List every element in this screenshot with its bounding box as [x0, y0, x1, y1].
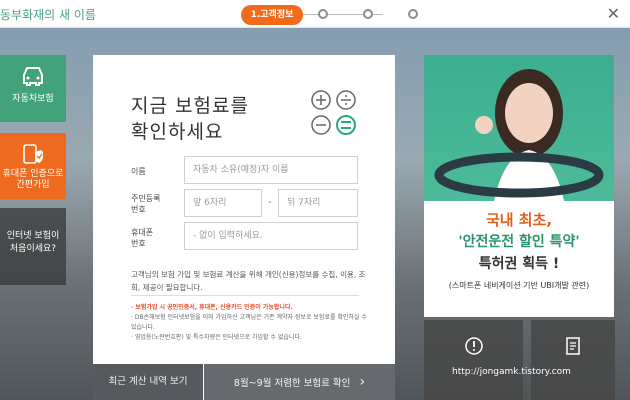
page-title: 지금 보험료를 확인하세요	[131, 95, 249, 143]
brand-text: 동부화재의 새 이름	[0, 8, 96, 22]
promo-line-2: '안전운전 할인 특약'	[458, 234, 580, 250]
name-input[interactable]: 자동차 소유(예정)자 이름	[184, 156, 358, 184]
divider	[131, 295, 359, 296]
promo-photo	[424, 55, 614, 201]
recent-calculation-button[interactable]: 최근 계산 내역 보기	[93, 364, 203, 400]
phone-input[interactable]: - 없이 입력하세요.	[184, 222, 358, 250]
privacy-notice: 고객님의 보험 가입 및 보험료 계산을 위해 개인(신용)정보를 수집, 이용…	[131, 270, 366, 292]
car-icon	[23, 67, 43, 86]
sidebar-item-car-insurance[interactable]: 자동차보험	[0, 55, 66, 122]
top-bar: 동부화재의 새 이름 1.고객정보 ✕	[0, 0, 630, 28]
phone-label: 휴대폰 번호	[131, 228, 154, 248]
close-icon[interactable]: ✕	[607, 4, 620, 23]
rrn-front-input[interactable]: 앞 6자리	[184, 189, 262, 217]
shield-check-icon	[23, 144, 43, 164]
bullet-item: · DB손해보험 인터넷보험을 이미 가입하신 고객님은 기존 계약자 정보로 …	[131, 314, 367, 331]
sidebar-item-label: 자동차보험	[12, 94, 54, 104]
rrn-back-input[interactable]: 뒤 7자리	[278, 189, 358, 217]
name-label: 이름	[131, 167, 146, 176]
alert-icon	[464, 337, 483, 355]
quote-form-card: 지금 보험료를 확인하세요 이름 자동차 소유(예정)자 이름 주민등록 번호 …	[93, 55, 395, 400]
rrn-dash: -	[268, 197, 272, 208]
calculator-icon	[311, 90, 356, 135]
watermark-text: http://jongamk.tistory.com	[452, 367, 571, 377]
step-dot-2	[318, 9, 328, 19]
document-icon	[566, 337, 580, 355]
sidebar-item-mobile-auth[interactable]: 휴대폰 인증으로 간편가입	[0, 133, 66, 199]
promo-line-4: (스마트폰 네비게이션 기반 UBI개발 관련)	[448, 281, 590, 290]
step-dot-4	[408, 9, 418, 19]
check-premium-button[interactable]: 8월~9월 저렴한 보험료 확인 ›	[204, 364, 395, 400]
promo-line-1: 국내 최초,	[485, 211, 553, 229]
sidebar-item-label: 인터넷 보험이 처음이세요?	[6, 231, 60, 254]
promo-line-3: 특허권 획득 !	[478, 256, 560, 272]
bullet-item: · 보험가입 시 공인인증서, 휴대폰, 신용카드 인증이 가능합니다.	[131, 304, 293, 311]
model-image	[434, 69, 604, 201]
step-dot-3	[363, 9, 373, 19]
info-tile-document[interactable]	[531, 320, 615, 400]
info-bullets: · 보험가입 시 공인인증서, 휴대폰, 신용카드 인증이 가능합니다. · D…	[131, 303, 371, 343]
promo-banner[interactable]: 국내 최초, '안전운전 할인 특약' 특허권 획득 ! (스마트폰 네비게이션…	[424, 55, 614, 317]
chevron-right-icon: ›	[359, 374, 366, 390]
sidebar-item-label: 휴대폰 인증으로 간편가입	[2, 169, 64, 190]
rrn-label: 주민등록 번호	[131, 194, 161, 214]
step-indicator-active: 1.고객정보	[241, 5, 303, 25]
bullet-item: · 영업용(노란번호판) 및 특수차량은 인터넷으로 가입할 수 없습니다.	[131, 334, 302, 341]
check-premium-label: 8월~9월 저렴한 보험료 확인	[233, 378, 351, 389]
sidebar-item-first-time[interactable]: 인터넷 보험이 처음이세요?	[0, 208, 66, 285]
info-tile-alert[interactable]	[424, 320, 523, 400]
